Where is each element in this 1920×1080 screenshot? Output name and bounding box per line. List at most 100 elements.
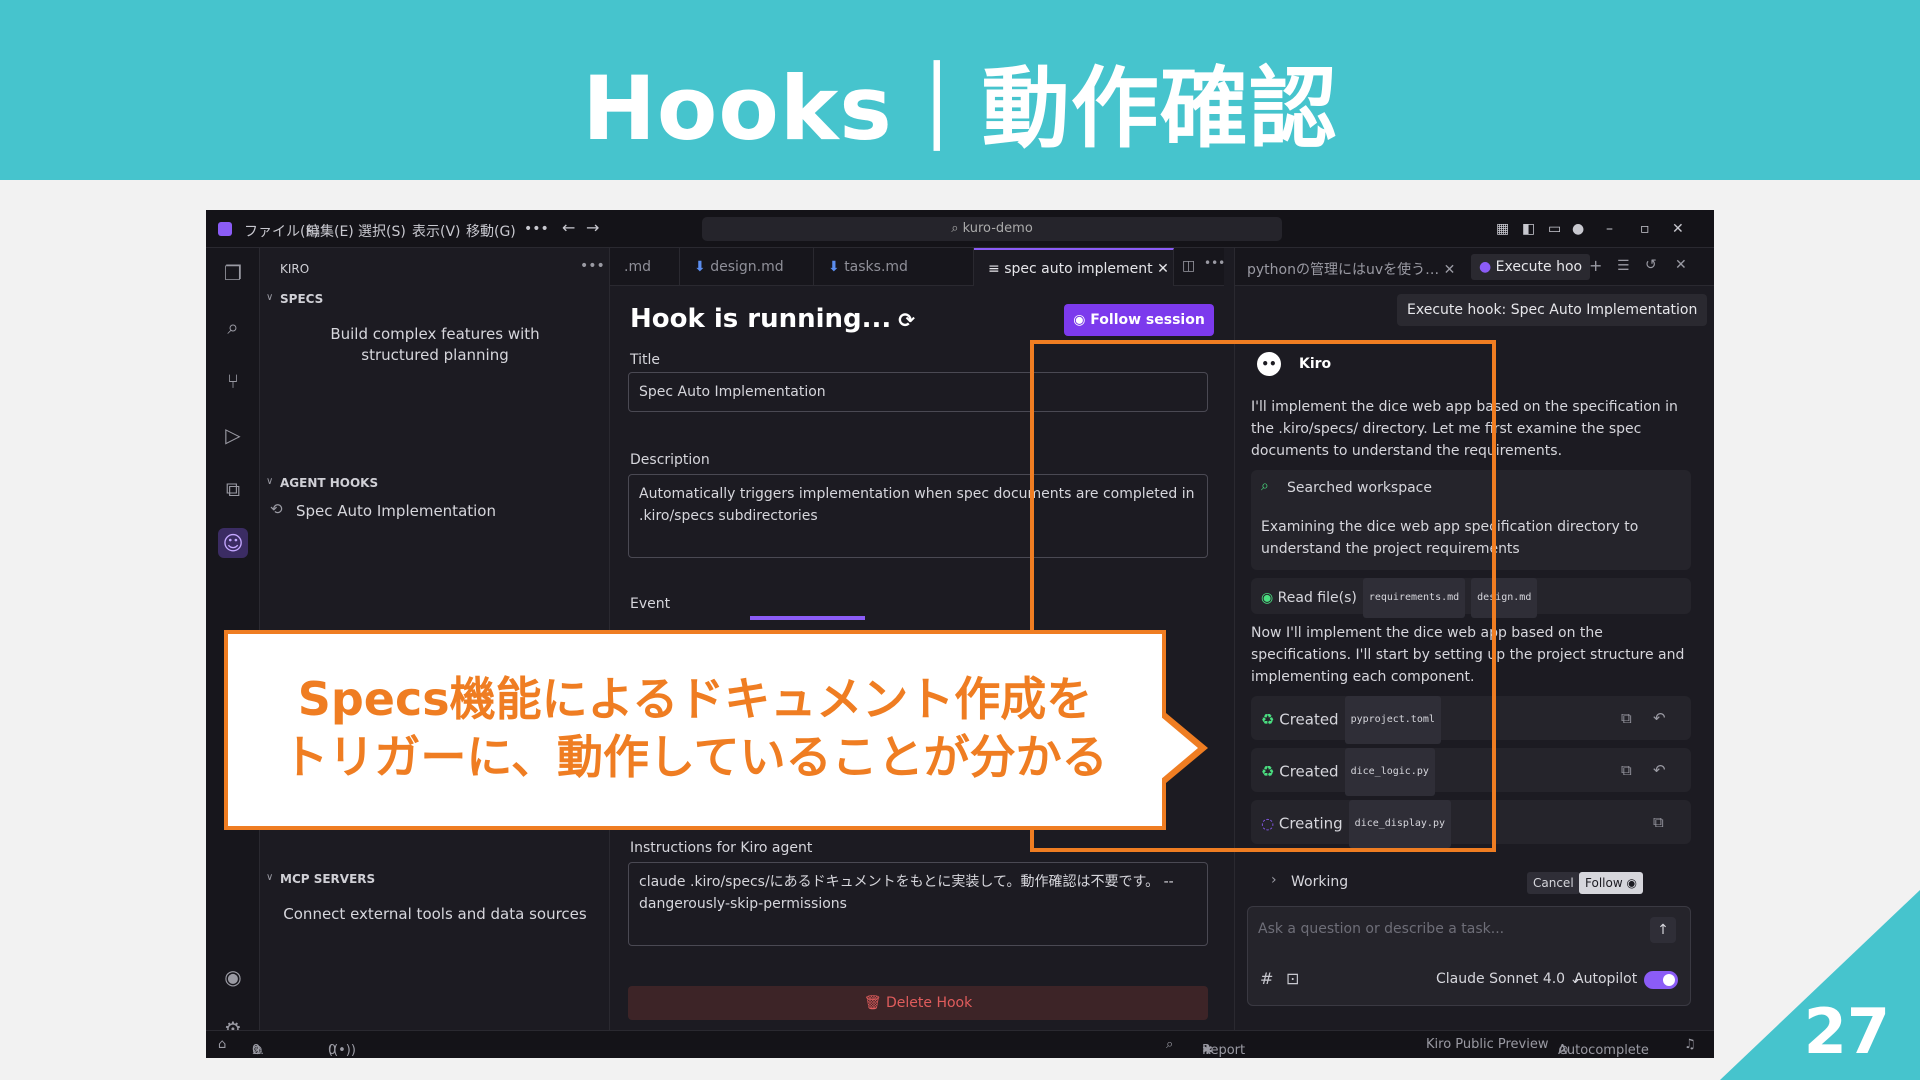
markdown-icon: ⬇ — [694, 259, 711, 275]
chevron-down-icon[interactable]: ∨ — [266, 872, 273, 883]
account-icon[interactable]: ◉ — [218, 962, 248, 992]
kiro-preview-label: Kiro Public Preview — [1426, 1037, 1549, 1052]
diff-icon[interactable]: ⧉ — [1621, 748, 1632, 792]
search-icon: ⌕ — [951, 221, 963, 236]
tab-tasks[interactable]: ⬇ tasks.md — [814, 248, 974, 286]
toggle-sidebar-icon[interactable]: ◧ — [1522, 221, 1535, 237]
menubar: ファイル(F) 編集(E) 選択(S) 表示(V) 移動(G) ••• ← → … — [206, 210, 1714, 248]
tab-md[interactable]: .md — [610, 248, 680, 286]
undo-icon[interactable]: ↶ — [1653, 696, 1666, 740]
instructions-label: Instructions for Kiro agent — [630, 840, 813, 856]
execute-hook-message: Execute hook: Spec Auto Implementation — [1397, 294, 1708, 326]
page-number: 27 — [1803, 995, 1890, 1068]
mcp-servers-header[interactable]: MCP SERVERS — [280, 872, 375, 886]
split-editor-icon[interactable]: ◫ — [1182, 258, 1195, 274]
menu-go[interactable]: 移動(G) — [466, 221, 516, 241]
cancel-button[interactable]: Cancel — [1527, 872, 1580, 894]
kiro-app-icon — [218, 222, 232, 236]
title-label: Title — [630, 352, 661, 368]
callout-line-2: トリガーに、動作していることが分かる — [282, 730, 1108, 784]
callout-line-1: Specs機能によるドキュメント作成を — [297, 672, 1093, 726]
kiro-dot-icon: ● — [1479, 259, 1496, 275]
specs-header[interactable]: SPECS — [280, 292, 323, 306]
chat-tabs: pythonの管理にはuvを使う… ✕ ● Execute hoo + ☰ ↺ … — [1235, 248, 1714, 286]
layout-icon[interactable]: ▦ — [1496, 221, 1509, 237]
status-bar: ⌂ ⊗0 ⚠0 ((•)) 0 ⌕ ✱ Report a bug / Sugge… — [206, 1030, 1714, 1058]
more-icon[interactable]: ••• — [1204, 256, 1225, 270]
command-search[interactable]: ⌕ kuro-demo — [702, 217, 1282, 241]
image-attach-icon[interactable]: ⊡ — [1286, 969, 1299, 988]
trash-icon: 🗑 — [863, 995, 886, 1011]
follow-button[interactable]: Follow ◉ — [1579, 872, 1643, 894]
markdown-icon: ⬇ — [828, 259, 845, 275]
minimize-icon[interactable]: – — [1606, 221, 1613, 237]
menu-more[interactable]: ••• — [524, 221, 549, 237]
close-window-icon[interactable]: ✕ — [1672, 221, 1684, 237]
agent-hooks-header[interactable]: AGENT HOOKS — [280, 476, 378, 490]
autopilot-toggle[interactable] — [1644, 971, 1678, 989]
specs-description: Build complex features with structured p… — [330, 325, 540, 364]
source-control-icon[interactable]: ⑂ — [218, 366, 248, 396]
chat-tab-execute-hook[interactable]: ● Execute hoo — [1471, 254, 1591, 280]
run-debug-icon[interactable]: ▷ — [218, 420, 248, 450]
tab-design[interactable]: ⬇ design.md — [680, 248, 814, 286]
chevron-down-icon[interactable]: ∨ — [266, 476, 273, 487]
hash-icon[interactable]: # — [1260, 969, 1273, 988]
menu-edit[interactable]: 編集(E) — [306, 221, 354, 241]
follow-session-button[interactable]: ◉ Follow session — [1064, 304, 1214, 336]
tab-spec-auto-implement[interactable]: ≡ spec auto implement ✕ — [974, 248, 1174, 286]
callout-pointer-inner — [1160, 716, 1198, 780]
maximize-icon[interactable]: ▫ — [1640, 221, 1650, 237]
autopilot-label: Autopilot — [1574, 971, 1638, 987]
editor-tabs: .md ⬇ design.md ⬇ tasks.md ≡ spec auto i… — [610, 248, 1225, 286]
menu-view[interactable]: 表示(V) — [412, 221, 461, 241]
sidebar-title: KIRO — [280, 262, 310, 276]
history-icon[interactable]: ↺ — [1645, 257, 1657, 273]
description-label: Description — [630, 452, 710, 468]
explorer-icon[interactable]: ❐ — [218, 258, 248, 288]
mcp-description: Connect external tools and data sources — [283, 905, 587, 923]
extensions-icon[interactable]: ⧉ — [218, 474, 248, 504]
chat-icon[interactable]: ● — [1572, 221, 1584, 237]
close-icon[interactable]: ✕ — [1444, 262, 1456, 278]
event-selected-indicator — [750, 616, 865, 620]
delete-hook-button[interactable]: 🗑 Delete Hook — [628, 986, 1208, 1020]
eye-icon: ◉ — [1073, 312, 1091, 328]
toggle-panel-icon[interactable]: ▭ — [1548, 221, 1561, 237]
diff-icon[interactable]: ⧉ — [1621, 696, 1632, 740]
new-chat-icon[interactable]: + — [1589, 256, 1602, 275]
chat-tab-python[interactable]: pythonの管理にはuvを使う… ✕ — [1247, 259, 1455, 279]
hook-item-spec-auto[interactable]: Spec Auto Implementation — [296, 502, 496, 520]
notification-bell-icon[interactable]: ♫ — [1684, 1037, 1696, 1052]
slide-title: Hooks｜動作確認 — [582, 57, 1338, 160]
undo-icon[interactable]: ↶ — [1653, 748, 1666, 792]
back-arrow-icon[interactable]: ← — [562, 218, 575, 237]
event-label: Event — [630, 596, 671, 612]
model-selector[interactable]: Claude Sonnet 4.0 ⌄ — [1436, 971, 1581, 987]
close-panel-icon[interactable]: ✕ — [1675, 257, 1687, 273]
chat-input-box[interactable]: Ask a question or describe a task... ↑ #… — [1247, 906, 1691, 1006]
forward-arrow-icon[interactable]: → — [586, 218, 599, 237]
workspace-name: kuro-demo — [962, 221, 1033, 236]
sync-icon: ⟲ — [270, 500, 283, 518]
chevron-down-icon[interactable]: ∨ — [266, 292, 273, 303]
callout-box: Specs機能によるドキュメント作成を トリガーに、動作していることが分かる — [224, 630, 1166, 830]
eye-icon: ◉ — [1626, 876, 1637, 890]
more-icon[interactable]: ••• — [580, 258, 605, 274]
chevron-right-icon[interactable]: › — [1271, 872, 1277, 888]
file-icon: ≡ — [988, 261, 1005, 277]
remote-icon[interactable]: ⌂ — [218, 1037, 226, 1052]
instructions-textarea[interactable]: claude .kiro/specs/にあるドキュメントをもとに実装して。動作確… — [628, 862, 1208, 946]
context-icon[interactable]: ☰ — [1617, 258, 1630, 274]
hook-running-heading: Hook is running... ⟳ — [630, 304, 916, 334]
search-icon[interactable]: ⌕ — [218, 312, 248, 342]
kiro-ghost-icon[interactable]: ☺ — [218, 528, 248, 558]
close-icon[interactable]: ✕ — [1157, 261, 1169, 277]
menu-select[interactable]: 選択(S) — [358, 221, 406, 241]
zoom-icon[interactable]: ⌕ — [1166, 1037, 1173, 1052]
callout-text: Specs機能によるドキュメント作成を トリガーに、動作していることが分かる — [228, 670, 1162, 786]
slide-header: Hooks｜動作確認 — [0, 0, 1920, 180]
chat-input-placeholder: Ask a question or describe a task... — [1258, 921, 1505, 937]
send-arrow-icon[interactable]: ↑ — [1650, 917, 1676, 943]
diff-icon[interactable]: ⧉ — [1653, 800, 1664, 844]
